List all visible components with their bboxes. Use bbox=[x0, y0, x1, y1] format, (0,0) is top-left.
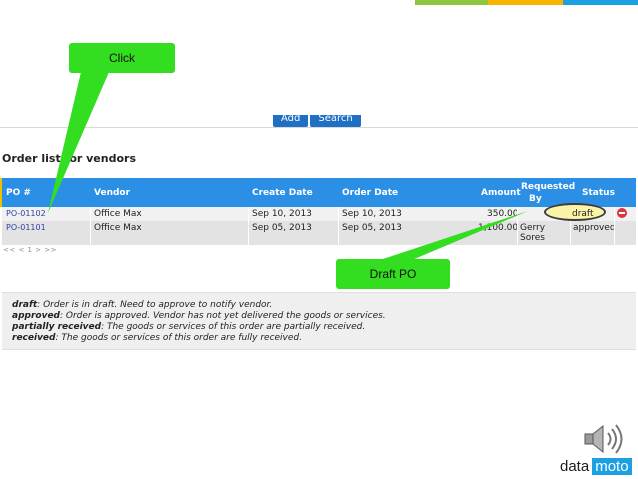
click-callout: Click bbox=[69, 43, 175, 73]
page-title: Order list for vendors bbox=[2, 152, 137, 165]
top-stripe-green bbox=[415, 0, 488, 5]
divider bbox=[0, 127, 638, 128]
toolbar: Add Search bbox=[273, 115, 361, 127]
amount-cell: 350.00 bbox=[487, 209, 519, 219]
order-date-cell: Sep 05, 2013 bbox=[342, 223, 402, 233]
pagination[interactable]: << < 1 > >> bbox=[3, 246, 57, 254]
status-legend: draft: Order is in draft. Need to approv… bbox=[2, 292, 636, 350]
delete-icon[interactable] bbox=[617, 208, 627, 218]
vendor-cell: Office Max bbox=[94, 209, 142, 219]
col-order-date[interactable]: Order Date bbox=[342, 188, 398, 198]
col-requested-by[interactable]: Requested bbox=[521, 182, 575, 192]
speaker-icon[interactable] bbox=[583, 423, 627, 455]
order-date-cell: Sep 10, 2013 bbox=[342, 209, 402, 219]
col-po[interactable]: PO # bbox=[6, 188, 31, 198]
requested-by-cell: Gerry bbox=[520, 223, 546, 233]
col-create-date[interactable]: Create Date bbox=[252, 188, 313, 198]
requested-by-cell-2: Sores bbox=[520, 233, 545, 243]
vendor-cell: Office Max bbox=[94, 223, 142, 233]
datamoto-logo: data moto bbox=[558, 457, 632, 477]
legend-item: draft: Order is in draft. Need to approv… bbox=[12, 300, 273, 310]
legend-item: received: The goods or services of this … bbox=[12, 333, 302, 343]
col-status[interactable]: Status bbox=[582, 188, 615, 198]
po-link[interactable]: PO-01101 bbox=[6, 223, 46, 232]
legend-item: partially received: The goods or service… bbox=[12, 322, 366, 332]
add-button[interactable]: Add bbox=[273, 115, 309, 127]
create-date-cell: Sep 10, 2013 bbox=[252, 209, 312, 219]
po-link[interactable]: PO-01102 bbox=[6, 209, 46, 218]
draft-po-callout: Draft PO bbox=[336, 259, 450, 289]
col-requested-by-2: By bbox=[529, 194, 542, 204]
status-cell: draft bbox=[572, 209, 594, 219]
table-row[interactable]: PO-01101 Office Max Sep 05, 2013 Sep 05,… bbox=[2, 221, 636, 245]
top-stripe-blue bbox=[563, 0, 638, 5]
status-cell: approved bbox=[573, 223, 616, 233]
create-date-cell: Sep 05, 2013 bbox=[252, 223, 312, 233]
search-button[interactable]: Search bbox=[310, 115, 361, 127]
amount-cell: 1,100.00 bbox=[478, 223, 519, 233]
legend-item: approved: Order is approved. Vendor has … bbox=[12, 311, 386, 321]
top-stripe-yellow bbox=[488, 0, 563, 5]
col-amount[interactable]: Amount bbox=[481, 188, 521, 198]
table-row[interactable]: PO-01102 Office Max Sep 10, 2013 Sep 10,… bbox=[2, 207, 636, 221]
table-header: PO # Vendor Create Date Order Date Amoun… bbox=[2, 178, 636, 207]
col-vendor[interactable]: Vendor bbox=[94, 188, 130, 198]
